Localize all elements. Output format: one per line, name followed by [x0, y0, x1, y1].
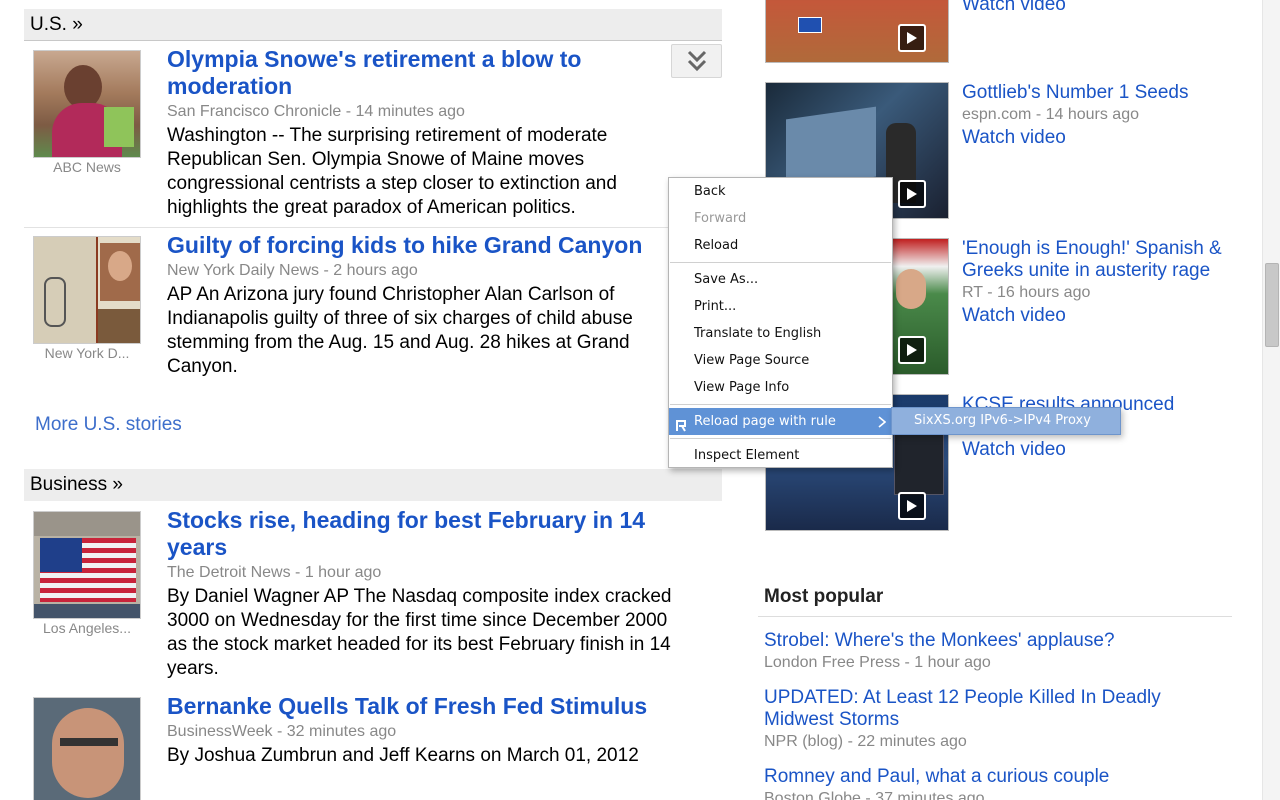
video-source: RT: [962, 284, 983, 301]
story-thumbnail[interactable]: [33, 697, 141, 800]
video-time: 16 hours ago: [996, 284, 1091, 301]
menu-item-label: Reload page with rule: [694, 414, 836, 429]
video-meta: espn.com - 14 hours ago: [962, 106, 1262, 124]
play-icon: [898, 336, 926, 364]
video-thumbnail[interactable]: [765, 0, 949, 63]
thumbnail-source[interactable]: New York D...: [33, 345, 141, 361]
story-time: 2 hours ago: [333, 262, 418, 279]
popular-item-title[interactable]: UPDATED: At Least 12 People Killed In De…: [764, 687, 1224, 731]
popular-item-meta: London Free Press - 1 hour ago: [764, 654, 991, 671]
meta-separator: -: [319, 262, 334, 279]
story-snippet: Washington -- The surprising retirement …: [167, 125, 617, 218]
video-title[interactable]: Gottlieb's Number 1 Seeds: [962, 82, 1262, 104]
story-image[interactable]: [33, 236, 141, 344]
menu-separator: [670, 438, 891, 439]
meta-separator: -: [1031, 106, 1046, 123]
menu-item-forward: Forward: [694, 211, 747, 226]
watch-video-link[interactable]: Watch video: [962, 439, 1262, 461]
menu-item-view-info[interactable]: View Page Info: [669, 374, 892, 401]
chevron-right-icon: [878, 408, 887, 435]
story-title[interactable]: Guilty of forcing kids to hike Grand Can…: [167, 232, 687, 259]
story-divider: [24, 227, 722, 228]
submenu-item-proxy-rule[interactable]: SixXS.org IPv6->IPv4 Proxy: [891, 407, 1121, 435]
us-section-heading[interactable]: U.S. »: [24, 9, 722, 41]
story-thumbnail[interactable]: Los Angeles...: [33, 511, 141, 636]
popular-item-meta: NPR (blog) - 22 minutes ago: [764, 733, 967, 750]
watch-video-link[interactable]: Watch video: [962, 127, 1262, 149]
story-image[interactable]: [33, 50, 141, 158]
popular-item: Romney and Paul, what a curious couple B…: [764, 766, 1224, 800]
meta-separator: -: [272, 723, 287, 740]
menu-separator: [670, 262, 891, 263]
story-source: BusinessWeek: [167, 723, 273, 740]
watch-video-link[interactable]: Watch video: [962, 0, 1262, 16]
story-time: 32 minutes ago: [286, 723, 397, 740]
story-meta: New York Daily News - 2 hours ago: [167, 262, 687, 280]
popular-item: UPDATED: At Least 12 People Killed In De…: [764, 687, 1224, 751]
popular-item: Strobel: Where's the Monkees' applause? …: [764, 630, 1224, 672]
story-thumbnail[interactable]: New York D...: [33, 236, 141, 361]
watch-video-link[interactable]: Watch video: [962, 305, 1262, 327]
story-image[interactable]: [33, 697, 141, 800]
thumbnail-source[interactable]: ABC News: [33, 159, 141, 175]
meta-separator: -: [982, 284, 997, 301]
most-popular-heading: Most popular: [764, 586, 884, 607]
video-meta: RT - 16 hours ago: [962, 284, 1262, 302]
meta-separator: -: [290, 564, 305, 581]
most-popular-divider: [758, 616, 1232, 617]
story-meta: The Detroit News - 1 hour ago: [167, 564, 687, 582]
story-title[interactable]: Olympia Snowe's retirement a blow to mod…: [167, 46, 687, 100]
menu-item-back[interactable]: Back: [669, 178, 892, 205]
more-us-stories-link[interactable]: More U.S. stories: [35, 414, 182, 436]
story-title[interactable]: Bernanke Quells Talk of Fresh Fed Stimul…: [167, 693, 687, 720]
popular-item-title[interactable]: Romney and Paul, what a curious couple: [764, 766, 1224, 788]
play-icon: [898, 24, 926, 52]
video-time: 14 hours ago: [1045, 106, 1139, 123]
menu-item-view-source[interactable]: View Page Source: [669, 347, 892, 374]
popular-item-meta: Boston Globe - 37 minutes ago: [764, 790, 985, 800]
story-meta: BusinessWeek - 32 minutes ago: [167, 723, 687, 741]
menu-item-translate[interactable]: Translate to English: [669, 320, 892, 347]
story-snippet: By Daniel Wagner AP The Nasdaq composite…: [167, 586, 672, 679]
menu-item-save-as[interactable]: Save As...: [669, 266, 892, 293]
popular-item-title[interactable]: Strobel: Where's the Monkees' applause?: [764, 630, 1224, 652]
story-time: 1 hour ago: [304, 564, 382, 581]
story-source: New York Daily News: [167, 262, 320, 279]
story-image[interactable]: [33, 511, 141, 619]
meta-separator: -: [341, 103, 356, 120]
double-chevron-down-icon: [687, 50, 706, 72]
context-menu: Back Forward Reload Save As... Print... …: [668, 177, 893, 468]
play-icon: [898, 180, 926, 208]
thumbnail-source[interactable]: Los Angeles...: [33, 620, 141, 636]
menu-item-reload[interactable]: Reload: [669, 232, 892, 259]
video-source: espn.com: [962, 106, 1032, 123]
story-source: San Francisco Chronicle: [167, 103, 342, 120]
vertical-scrollbar[interactable]: [1262, 0, 1280, 800]
story-snippet: By Joshua Zumbrun and Jeff Kearns on Mar…: [167, 745, 639, 766]
video-title[interactable]: 'Enough is Enough!' Spanish & Greeks uni…: [962, 238, 1262, 282]
story-thumbnail[interactable]: ABC News: [33, 50, 141, 175]
story-time: 14 minutes ago: [355, 103, 465, 120]
story-title[interactable]: Stocks rise, heading for best February i…: [167, 507, 687, 561]
menu-item-reload-with-rule[interactable]: Reload page with rule: [669, 408, 892, 435]
story-snippet: AP An Arizona jury found Christopher Ala…: [167, 284, 633, 377]
scrollbar-thumb[interactable]: [1265, 263, 1279, 347]
story-source: The Detroit News: [167, 564, 291, 581]
business-section-heading[interactable]: Business »: [24, 469, 722, 501]
menu-item-inspect[interactable]: Inspect Element: [669, 442, 892, 469]
story-meta: San Francisco Chronicle - 14 minutes ago: [167, 103, 687, 121]
play-icon: [898, 492, 926, 520]
menu-separator: [670, 404, 891, 405]
menu-item-print[interactable]: Print...: [669, 293, 892, 320]
